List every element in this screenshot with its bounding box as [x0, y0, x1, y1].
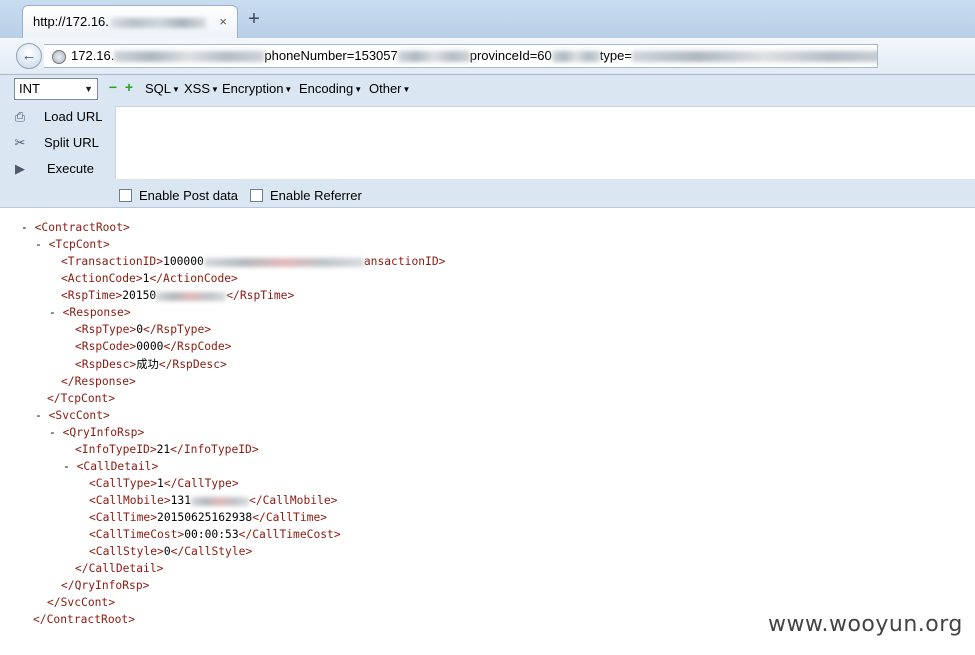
- collapse-toggle[interactable]: -: [49, 306, 63, 319]
- xml-line: <CallMobile>131 </CallMobile>: [89, 494, 338, 507]
- menu-xss[interactable]: XSS▼: [184, 81, 219, 96]
- xml-line: </SvcCont>: [47, 596, 116, 609]
- xml-line: <RspTime>20150 </RspTime>: [61, 289, 295, 302]
- navigation-bar: ← 172.16. phoneNumber=153057 provinceId=60…: [0, 38, 975, 75]
- blurred-region: [397, 51, 470, 63]
- xml-line: </TcpCont>: [47, 392, 116, 405]
- xml-line: <RspDesc>成功</RspDesc>: [75, 358, 227, 371]
- checkbox-box[interactable]: [119, 189, 132, 203]
- xml-line: - <ContractRoot>: [21, 221, 130, 234]
- chevron-down-icon: ▼: [172, 85, 180, 95]
- xml-line: <RspType>0</RspType>: [75, 323, 212, 336]
- blurred-region: [191, 496, 250, 506]
- tab-strip: http://172.16. × +: [0, 0, 975, 38]
- url-part: phoneNumber=153057: [264, 48, 398, 63]
- execute-button[interactable]: ▶ Execute: [12, 159, 112, 181]
- watermark: www.wooyun.org: [768, 612, 963, 637]
- enable-post-checkbox[interactable]: Enable Post data: [119, 188, 238, 204]
- xml-line: - <QryInfoRsp>: [49, 426, 145, 439]
- back-button[interactable]: ←: [16, 43, 42, 69]
- back-arrow-icon: ←: [21, 47, 37, 64]
- tab-title: http://172.16.: [33, 14, 109, 29]
- menu-other[interactable]: Other▼: [369, 81, 410, 96]
- hackbar-toolbar: INT ▼ − + SQL▼ XSS▼ Encryption▼ Encoding…: [0, 75, 975, 208]
- select-value: INT: [19, 81, 40, 96]
- collapse-toggle[interactable]: -: [35, 409, 49, 422]
- blurred-region: [110, 17, 206, 28]
- enable-referrer-checkbox[interactable]: Enable Referrer: [250, 188, 362, 204]
- button-label: Load URL: [44, 109, 103, 124]
- xml-line: <CallStyle>0</CallStyle>: [89, 545, 253, 558]
- menu-encryption[interactable]: Encryption▼: [222, 81, 292, 96]
- chevron-down-icon: ▼: [84, 84, 93, 94]
- chevron-down-icon: ▼: [402, 85, 411, 95]
- button-label: Execute: [47, 161, 94, 176]
- collapse-toggle[interactable]: -: [49, 426, 63, 439]
- collapse-toggle[interactable]: -: [35, 238, 49, 251]
- blurred-region: [631, 51, 877, 63]
- type-select[interactable]: INT ▼: [14, 78, 98, 100]
- menu-sql[interactable]: SQL▼: [145, 81, 180, 96]
- blurred-region: [551, 51, 600, 63]
- xml-line: <CallTimeCost>00:00:53</CallTimeCost>: [89, 528, 341, 541]
- menu-label: Encoding: [299, 81, 354, 96]
- blurred-region: [114, 51, 265, 63]
- xml-line: <RspCode>0000</RspCode>: [75, 340, 232, 353]
- chevron-down-icon: ▼: [354, 85, 363, 95]
- xml-line: <ActionCode>1</ActionCode>: [61, 272, 238, 285]
- menu-label: Other: [369, 81, 402, 96]
- url-part: provinceId=60: [469, 48, 552, 63]
- xml-line: </Response>: [61, 375, 136, 388]
- xml-line: </QryInfoRsp>: [61, 579, 150, 592]
- xml-line: </ContractRoot>: [33, 613, 136, 626]
- xml-line: </CallDetail>: [75, 562, 164, 575]
- chevron-down-icon: ▼: [211, 85, 219, 95]
- add-button[interactable]: +: [123, 80, 135, 94]
- chevron-down-icon: ▼: [284, 85, 293, 95]
- play-icon: ▶: [15, 161, 25, 176]
- new-tab-button[interactable]: +: [244, 7, 264, 31]
- remove-button[interactable]: −: [107, 80, 119, 94]
- xml-line: - <Response>: [49, 306, 131, 319]
- blurred-region: [203, 257, 364, 267]
- globe-icon: [52, 49, 66, 64]
- url-part: 172.16.: [71, 48, 115, 63]
- blurred-region: [156, 291, 227, 301]
- xml-line: <TransactionID>100000 ansactionID>: [61, 255, 446, 268]
- menu-label: Encryption: [222, 81, 284, 96]
- collapse-toggle[interactable]: -: [21, 221, 35, 234]
- load-icon: ⎙: [14, 109, 26, 124]
- xml-line: <CallTime>20150625162938</CallTime>: [89, 511, 328, 524]
- close-icon[interactable]: ×: [219, 14, 227, 29]
- xml-line: <CallType>1</CallType>: [89, 477, 239, 490]
- url-part: type=: [599, 48, 632, 63]
- menu-encoding[interactable]: Encoding▼: [299, 81, 362, 96]
- checkbox-label: Enable Post data: [139, 188, 239, 203]
- address-bar[interactable]: 172.16. phoneNumber=153057 provinceId=60 ty…: [44, 44, 878, 68]
- load-url-button[interactable]: ⎙ Load URL: [12, 107, 112, 129]
- xml-line: - <SvcCont>: [35, 409, 110, 422]
- button-label: Split URL: [44, 135, 99, 150]
- xml-line: <InfoTypeID>21</InfoTypeID>: [75, 443, 259, 456]
- scissors-icon: ✂: [14, 135, 26, 150]
- checkbox-label: Enable Referrer: [270, 188, 362, 203]
- menu-label: XSS: [184, 81, 211, 96]
- xml-line: - <TcpCont>: [35, 238, 110, 251]
- split-url-button[interactable]: ✂ Split URL: [12, 133, 112, 155]
- xml-line: - <CallDetail>: [63, 460, 159, 473]
- url-textarea[interactable]: [115, 106, 975, 179]
- xml-viewer: - <ContractRoot> - <TcpCont> <Transactio…: [0, 208, 975, 655]
- menu-label: SQL: [145, 81, 172, 96]
- collapse-toggle[interactable]: -: [63, 460, 77, 473]
- browser-tab[interactable]: http://172.16. ×: [22, 5, 238, 38]
- checkbox-box[interactable]: [250, 189, 263, 203]
